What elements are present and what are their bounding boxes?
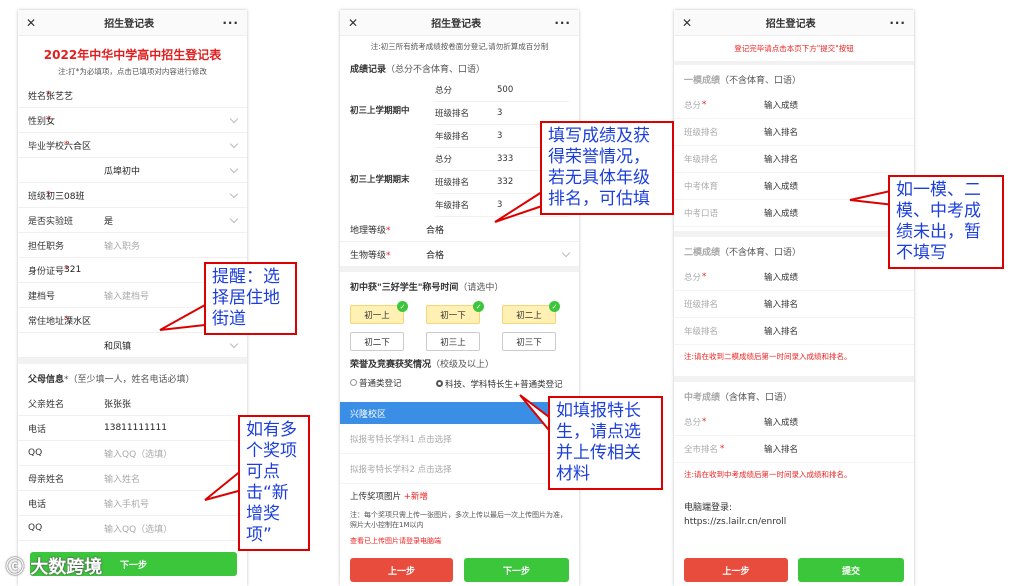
pointer-3 <box>494 188 546 223</box>
callout-mock: 如一模、二模、中考成绩未出，暂不填写 <box>888 175 1004 269</box>
callout-pointers <box>159 188 896 501</box>
watermark: ⓒ 大数跨境 <box>6 557 103 578</box>
pointer-1 <box>159 303 206 331</box>
callout-address: 提醒：选择居住地街道 <box>204 262 297 335</box>
callout-add-award: 如有多个奖项可点击“新增奖项” <box>238 415 310 551</box>
callout-scores: 填写成绩及获得荣誉情况，若无具体年级排名，可估填 <box>540 121 674 215</box>
watermark-icon: ⓒ <box>6 557 31 578</box>
pointer-2 <box>204 467 243 501</box>
callout-special: 如填报特长生，请点选并上传相关材料 <box>548 396 663 490</box>
